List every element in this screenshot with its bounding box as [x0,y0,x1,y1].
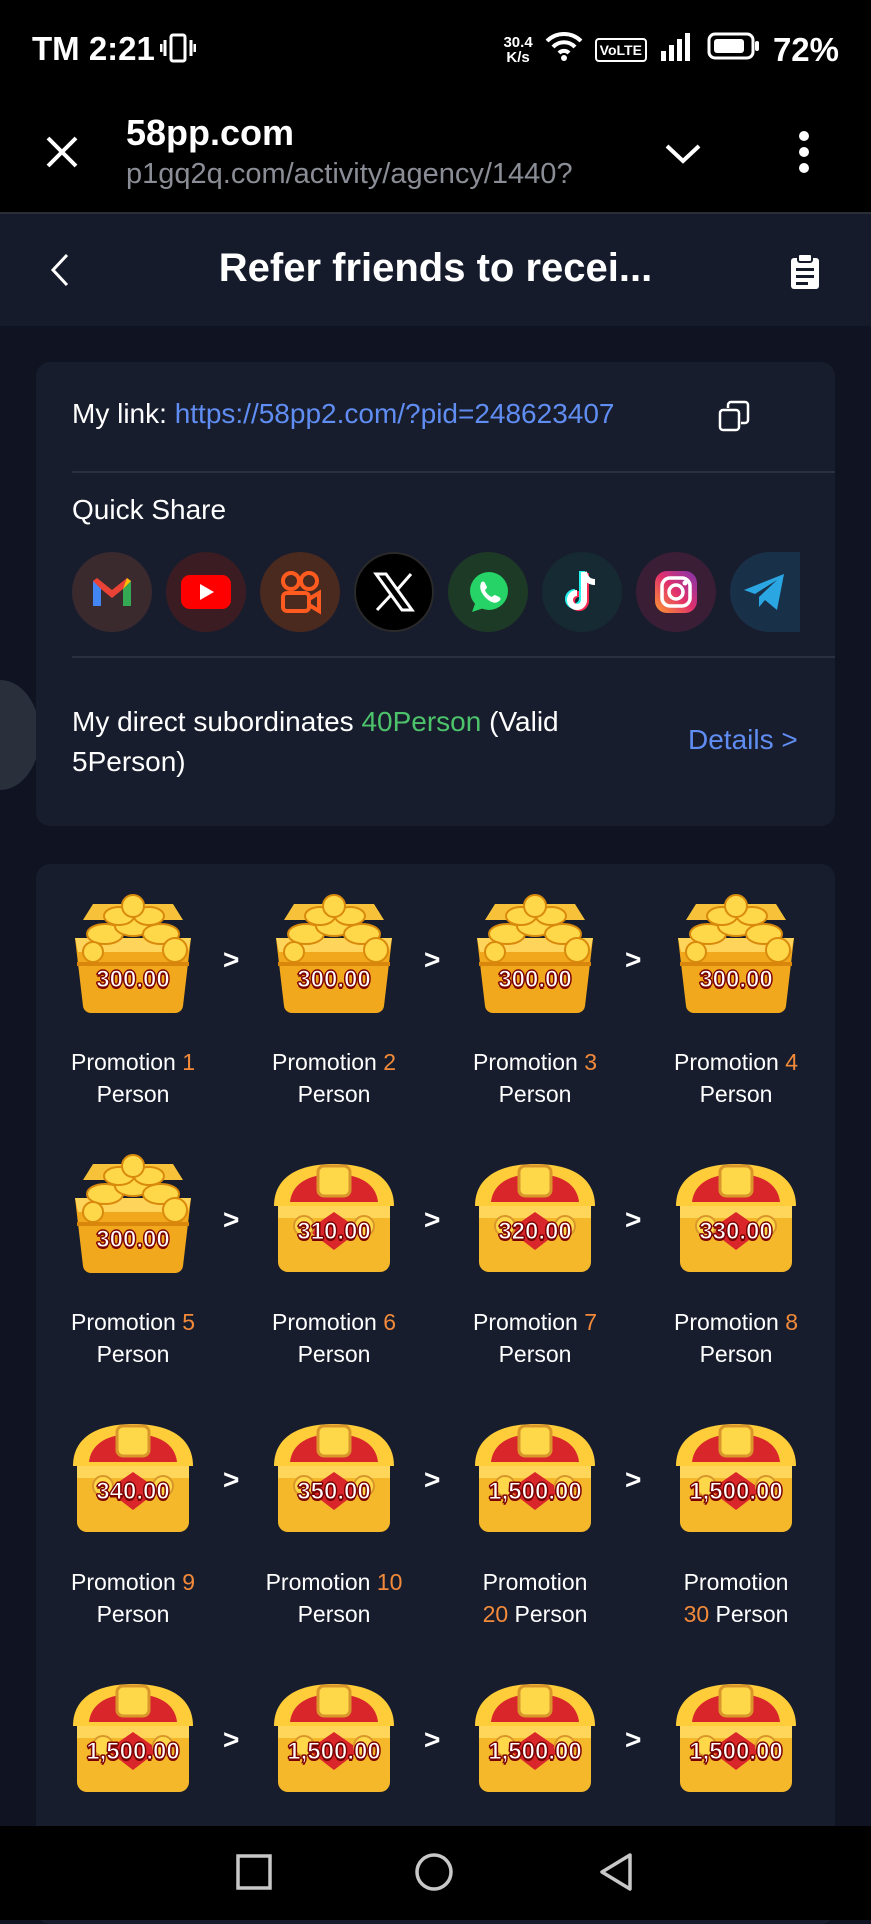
treasure-chest-icon[interactable]: 340.00 [63,1410,203,1540]
promotion-label: Promotion 6 Person [271,1309,396,1367]
site-name: 58pp.com [126,112,295,153]
clipboard-icon[interactable] [790,253,820,295]
close-icon[interactable] [44,134,80,175]
reward-amount: 1,500.00 [488,1738,582,1766]
recent-apps-button[interactable] [236,1854,272,1895]
next-arrow: > [424,1204,441,1235]
next-arrow: > [625,944,642,975]
reward-amount: 1,500.00 [488,1478,582,1506]
reward-amount: 300.00 [297,966,371,994]
reward-amount: 1,500.00 [86,1738,180,1766]
status-time: TM 2:21 [32,30,155,67]
reward-amount: 1,500.00 [689,1738,783,1766]
page-header: Refer friends to recei... [0,214,871,326]
tiktok-icon[interactable] [542,552,622,632]
wifi-icon [545,30,583,70]
details-link[interactable]: Details > [688,724,798,756]
whatsapp-icon[interactable] [448,552,528,632]
reward-amount: 300.00 [96,1226,170,1254]
quick-share-label: Quick Share [72,494,227,525]
treasure-chest-icon[interactable]: 350.00 [264,1410,404,1540]
promotion-label: Promotion 20 Person [482,1569,588,1627]
next-arrow: > [223,1464,240,1495]
next-arrow: > [625,1724,642,1755]
reward-amount: 350.00 [297,1478,371,1506]
copy-icon[interactable] [718,400,750,437]
coin-chest-icon[interactable]: 300.00 [666,890,806,1020]
reward-amount: 1,500.00 [287,1738,381,1766]
net-speed: 30.4 K/s [503,34,533,66]
signal-icon [659,31,695,69]
promotion-label: Promotion 5 Person [70,1309,195,1367]
more-vert-icon[interactable] [798,130,810,179]
system-nav-bar [0,1826,871,1920]
youtube-icon[interactable] [166,552,246,632]
next-arrow: > [223,944,240,975]
next-arrow: > [223,1204,240,1235]
promotion-label: Promotion 7 Person [472,1309,597,1367]
url-text[interactable]: p1gq2q.com/activity/agency/1440? [126,158,626,191]
coin-chest-icon[interactable]: 300.00 [63,1150,203,1280]
reward-amount: 320.00 [498,1218,572,1246]
reward-amount: 310.00 [297,1218,371,1246]
page-title: Refer friends to recei... [218,246,653,290]
divider [72,656,835,658]
promotion-label: Promotion 9 Person [70,1569,195,1627]
next-arrow: > [625,1464,642,1495]
home-button[interactable] [414,1852,454,1897]
subordinates-text: My direct subordinates 40Person (Valid 5… [72,706,559,777]
treasure-chest-icon[interactable]: 1,500.00 [666,1410,806,1540]
divider [72,471,835,473]
back-nav-button[interactable] [598,1852,634,1897]
reward-amount: 340.00 [96,1478,170,1506]
treasure-chest-icon[interactable]: 330.00 [666,1150,806,1280]
my-link-row: My link: https://58pp2.com/?pid=24862340… [72,398,614,430]
my-link-url[interactable]: https://58pp2.com/?pid=248623407 [175,398,615,429]
treasure-chest-icon[interactable]: 1,500.00 [666,1670,806,1800]
subordinates-count: 40Person [361,706,482,737]
promotion-label: Promotion 8 Person [673,1309,798,1367]
my-link-label: My link: [72,398,167,429]
link-card: My link: https://58pp2.com/?pid=24862340… [36,362,835,826]
coin-chest-icon[interactable]: 300.00 [465,890,605,1020]
browser-bar: 58pp.com p1gq2q.com/activity/agency/1440… [0,92,871,214]
treasure-chest-icon[interactable]: 1,500.00 [465,1670,605,1800]
treasure-chest-icon[interactable]: 310.00 [264,1150,404,1280]
battery-icon [707,31,761,69]
vibrate-icon [159,32,197,69]
reward-amount: 330.00 [699,1218,773,1246]
x-icon[interactable] [354,552,434,632]
next-arrow: > [625,1204,642,1235]
coin-chest-icon[interactable]: 300.00 [63,890,203,1020]
treasure-chest-icon[interactable]: 1,500.00 [63,1670,203,1800]
reward-amount: 1,500.00 [689,1478,783,1506]
instagram-icon[interactable] [636,552,716,632]
promotion-label: Promotion 4 Person [673,1049,798,1107]
next-arrow: > [424,944,441,975]
floating-bubble[interactable] [0,680,40,790]
reward-amount: 300.00 [498,966,572,994]
treasure-chest-icon[interactable]: 320.00 [465,1150,605,1280]
promotion-label: Promotion 30 Person [683,1569,789,1627]
battery-level: 72% [772,31,839,68]
status-bar: TM 2:21 30.4 K/s VoLTE 72% [0,0,871,92]
reward-amount: 300.00 [699,966,773,994]
promotion-label: Promotion 1 Person [70,1049,195,1107]
next-arrow: > [424,1724,441,1755]
chevron-down-icon[interactable] [664,142,702,171]
treasure-chest-icon[interactable]: 1,500.00 [264,1670,404,1800]
promotion-label: Promotion 10 Person [265,1569,403,1627]
promotion-label: Promotion 2 Person [271,1049,396,1107]
coin-chest-icon[interactable]: 300.00 [264,890,404,1020]
telegram-icon[interactable] [730,552,800,632]
next-arrow: > [424,1464,441,1495]
treasure-chest-icon[interactable]: 1,500.00 [465,1410,605,1540]
promotion-label: Promotion 3 Person [472,1049,597,1107]
volte-badge: VoLTE [594,38,647,62]
gmail-icon[interactable] [72,552,152,632]
kuaishou-icon[interactable] [260,552,340,632]
next-arrow: > [223,1724,240,1755]
reward-amount: 300.00 [96,966,170,994]
rewards-grid: 300.00 > Promotion 1 Person 300.00 > Promotion… [36,864,835,1924]
